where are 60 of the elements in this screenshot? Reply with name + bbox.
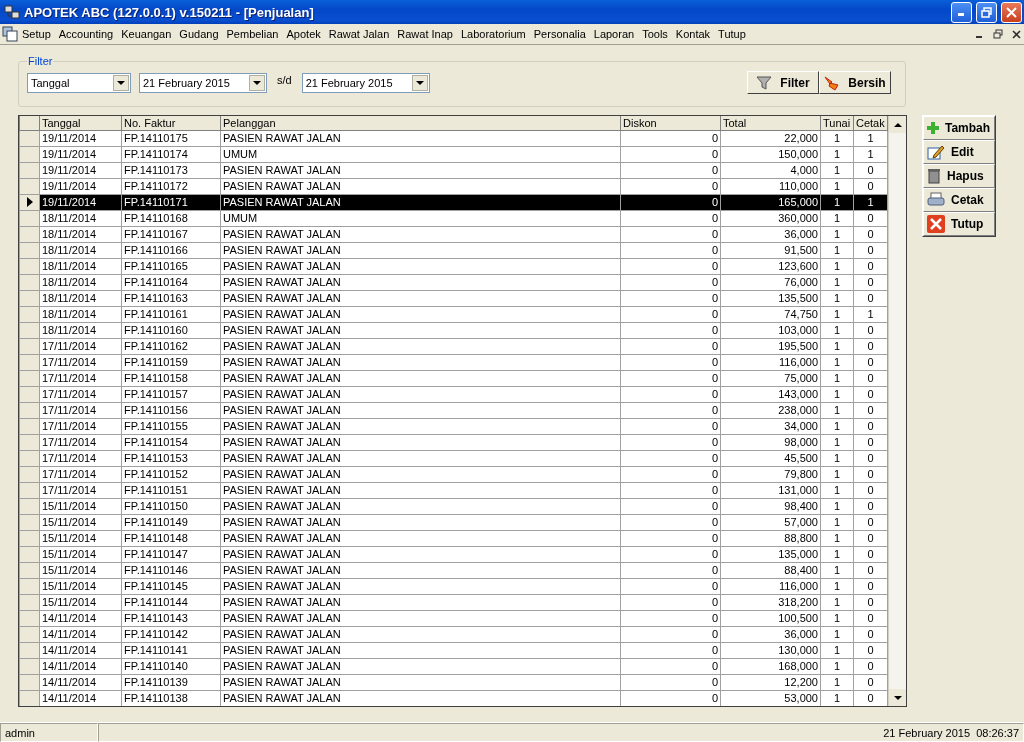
menu-item[interactable]: Apotek — [282, 28, 325, 40]
close-icon — [927, 215, 945, 233]
field-dropdown[interactable]: Tanggal — [27, 72, 131, 93]
restore-icon — [981, 6, 992, 18]
dropdown-arrow-icon — [415, 80, 424, 85]
trash-icon — [927, 168, 941, 184]
column-header[interactable]: No. Faktur — [121, 116, 221, 130]
print-button[interactable]: Cetak — [923, 188, 995, 212]
app-icon — [4, 4, 20, 20]
range-separator: s/d — [277, 73, 292, 86]
filter-button[interactable]: Filter — [747, 71, 819, 94]
restore-icon — [993, 29, 1003, 39]
column-header[interactable]: Tunai — [820, 116, 854, 130]
scroll-up-icon[interactable] — [893, 122, 902, 127]
menu-item[interactable]: Pembelian — [222, 28, 283, 40]
window-title: APOTEK ABC (127.0.0.1) v.150211 - [Penjualan] — [24, 4, 315, 20]
edit-button[interactable]: Edit — [923, 140, 995, 164]
document-icon — [2, 26, 18, 42]
pencil-icon — [927, 144, 945, 160]
menu-item[interactable]: Rawat Jalan — [324, 28, 394, 40]
menu-item[interactable]: Laporan — [589, 28, 639, 40]
menu-item[interactable]: Laboratorium — [456, 28, 530, 40]
close-button[interactable] — [1001, 1, 1022, 23]
vertical-scrollbar[interactable] — [888, 116, 906, 706]
menu-item[interactable]: Keuangan — [117, 28, 176, 40]
restore-button[interactable] — [976, 1, 997, 23]
close-icon — [1006, 6, 1017, 18]
column-header[interactable]: Tanggal — [39, 116, 122, 130]
menu-item[interactable]: Tools — [638, 28, 672, 40]
close-button[interactable]: Tutup — [923, 212, 995, 236]
date-from-picker[interactable]: 21 February 2015 — [139, 72, 267, 93]
menu-item[interactable]: Kontak — [671, 28, 715, 40]
minimize-button[interactable] — [951, 1, 972, 23]
date-to-picker[interactable]: 21 February 2015 — [301, 72, 430, 93]
funnel-icon — [756, 74, 773, 91]
clear-button[interactable]: Bersih — [819, 71, 891, 94]
user-name: admin — [0, 723, 98, 742]
dropdown-arrow-icon — [253, 80, 261, 85]
menu-item[interactable]: Accounting — [54, 28, 118, 40]
menu-item[interactable]: Setup — [18, 28, 55, 40]
column-header[interactable]: Cetak — [853, 116, 888, 130]
menu-item[interactable]: Tutup — [714, 28, 750, 40]
plus-icon — [927, 122, 939, 134]
delete-button[interactable]: Hapus — [923, 164, 995, 188]
menu-item[interactable]: Rawat Inap — [393, 28, 457, 40]
menu-item[interactable]: Personalia — [529, 28, 590, 40]
column-header[interactable]: Diskon — [620, 116, 721, 130]
column-header[interactable]: Total — [720, 116, 821, 130]
add-button[interactable]: Tambah — [923, 116, 995, 140]
close-icon — [1011, 29, 1021, 39]
menu-item[interactable]: Gudang — [175, 28, 223, 40]
broom-icon — [824, 74, 841, 91]
dropdown-arrow-icon — [117, 80, 125, 85]
restore-button[interactable] — [990, 27, 1006, 41]
column-header[interactable]: Pelanggan — [220, 116, 621, 130]
printer-icon — [927, 192, 945, 208]
date-time: 21 February 2015 08:26:37 — [98, 723, 1024, 742]
group-title: Filter — [27, 55, 54, 67]
row-pointer-icon — [26, 197, 33, 207]
scroll-down-icon[interactable] — [893, 695, 902, 700]
